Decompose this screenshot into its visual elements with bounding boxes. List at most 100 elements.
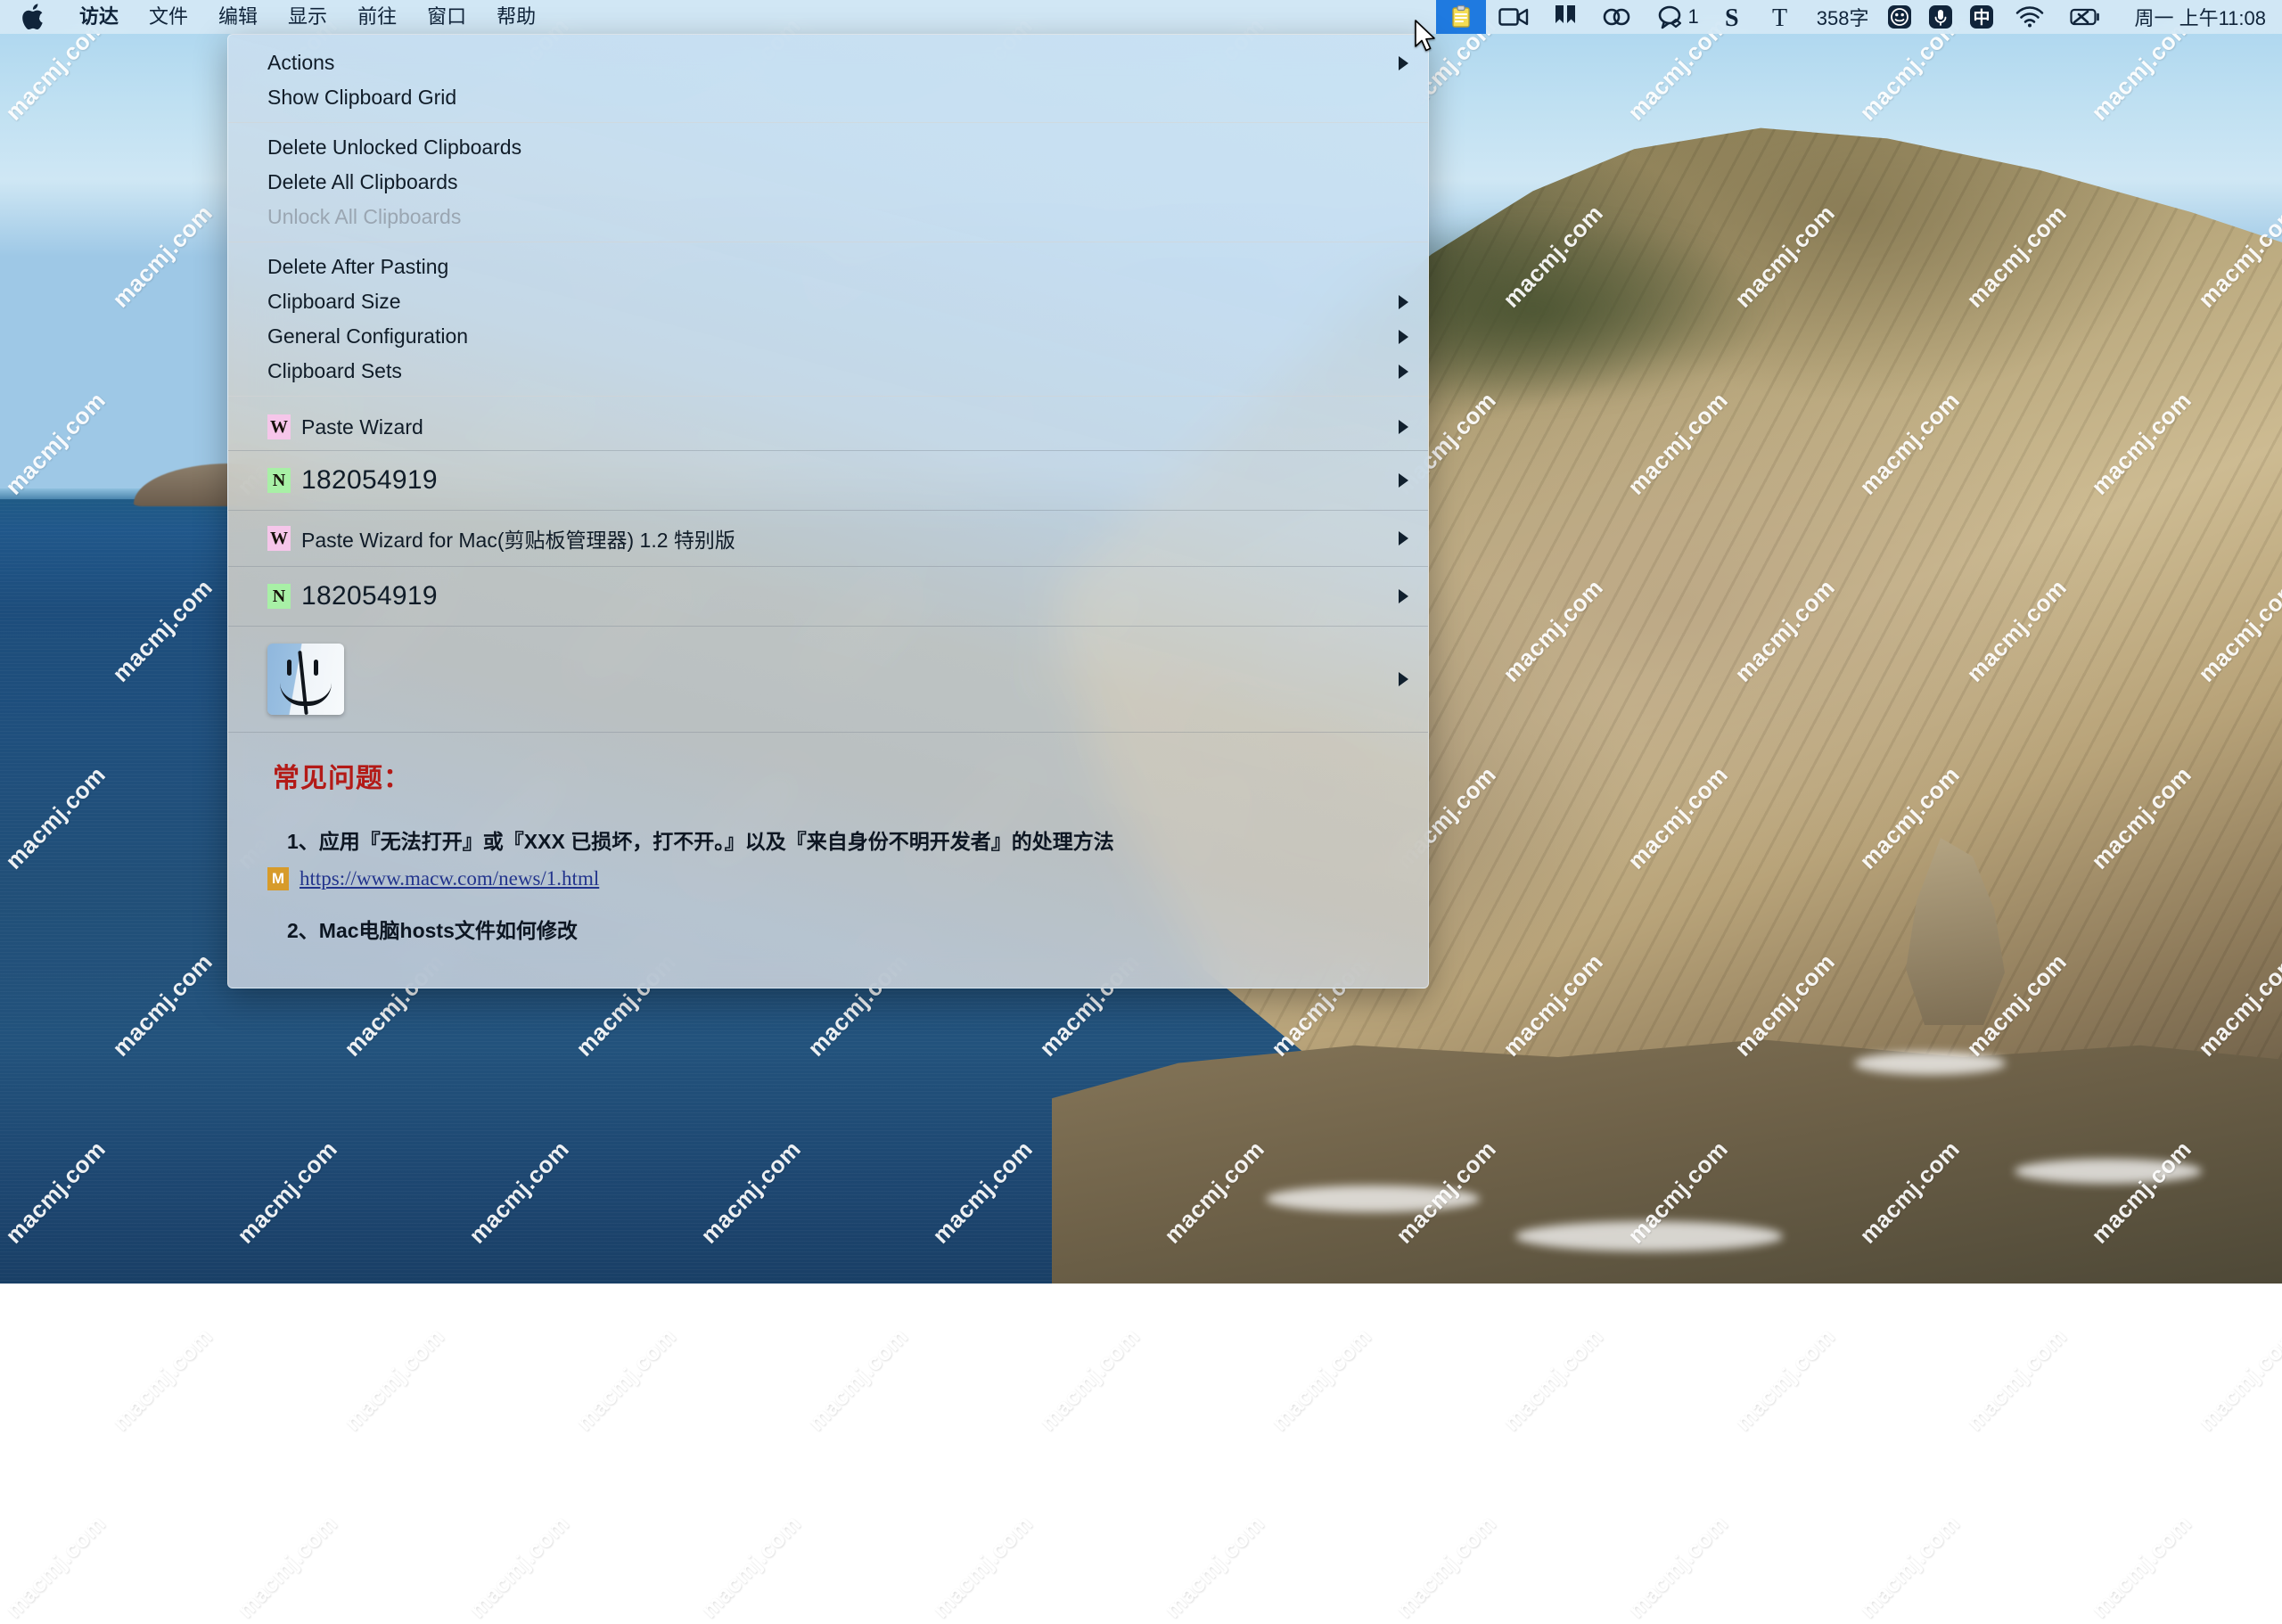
watermark-text: macmj.com — [2086, 1510, 2197, 1624]
menu-bottom-pad — [228, 945, 1428, 988]
menu-item-delete-all-clipboards[interactable]: Delete All Clipboards — [228, 165, 1428, 200]
wifi-icon[interactable] — [2002, 0, 2057, 34]
watermark-text: macmj.com — [1266, 1323, 1377, 1437]
control-center-icon[interactable] — [2057, 0, 2114, 34]
watermark-text: macmj.com — [2193, 1323, 2282, 1437]
menu-help[interactable]: 帮助 — [481, 0, 551, 34]
submenu-arrow-icon — [1399, 672, 1408, 686]
text-tool-icon[interactable]: T — [1758, 0, 1806, 34]
svg-text:S: S — [1725, 4, 1739, 30]
watermark-text: macmj.com — [1729, 1323, 1841, 1437]
emoji-icon[interactable] — [1879, 0, 1920, 34]
faq-link[interactable]: https://www.macw.com/news/1.html — [300, 867, 599, 890]
menu-item-clipboard-sets[interactable]: Clipboard Sets — [228, 354, 1428, 389]
input-method-icon[interactable]: 中 — [1961, 0, 2002, 34]
menu-edit[interactable]: 编辑 — [203, 0, 273, 34]
screen-recorder-icon[interactable] — [1486, 0, 1541, 34]
menu-item-delete-unlocked-clipboards[interactable]: Delete Unlocked Clipboards — [228, 130, 1428, 165]
clipboard-entry-label: Paste Wizard — [301, 415, 423, 439]
watermark-text: macmj.com — [464, 1510, 575, 1624]
clip-type-badge-w: W — [267, 414, 291, 439]
clipboard-entry-number-2[interactable]: N 182054919 — [228, 567, 1428, 626]
submenu-arrow-icon — [1399, 420, 1408, 434]
submenu-arrow-icon — [1399, 531, 1408, 545]
menu-top-pad — [228, 35, 1428, 45]
menu-item-label: Clipboard Sets — [267, 359, 402, 383]
submenu-arrow-icon — [1399, 330, 1408, 344]
menu-bar-status-area: 1 S T 358字 — [1436, 0, 2282, 34]
menu-separator — [228, 396, 1428, 397]
adobe-creative-cloud-icon[interactable] — [1589, 0, 1645, 34]
apple-logo-icon[interactable] — [20, 2, 50, 32]
clipboard-entry-paste-wizard-full[interactable]: W Paste Wizard for Mac(剪贴板管理器) 1.2 特别版 — [228, 511, 1428, 566]
watermark-text: macmj.com — [927, 1510, 1038, 1624]
watermark-text: macmj.com — [1622, 1510, 1734, 1624]
submenu-arrow-icon — [1399, 56, 1408, 70]
menu-item-label: Delete All Clipboards — [267, 170, 458, 194]
watermark-text: macmj.com — [695, 1510, 807, 1624]
faq-heading: 常见问题： — [228, 733, 1428, 804]
menu-item-general-configuration[interactable]: General Configuration — [228, 319, 1428, 354]
watermark-text: macmj.com — [232, 1510, 343, 1624]
menu-go[interactable]: 前往 — [342, 0, 412, 34]
menu-bar-clock[interactable]: 周一 上午11:08 — [2114, 3, 2266, 31]
clipboard-entry-label: Paste Wizard for Mac(剪贴板管理器) 1.2 特别版 — [301, 523, 735, 554]
arrow-cursor — [1414, 20, 1437, 53]
clip-type-badge-n: N — [267, 468, 291, 493]
watermark-text: macmj.com — [0, 1510, 111, 1624]
clipboard-manager-icon[interactable] — [1436, 0, 1486, 34]
watermark-text: macmj.com — [1159, 1510, 1270, 1624]
faq-link-row[interactable]: M https://www.macw.com/news/1.html — [228, 856, 1428, 893]
menu-view[interactable]: 显示 — [273, 0, 342, 34]
surf-foam — [1854, 1052, 2006, 1075]
watermark-text: macmj.com — [1854, 1510, 1966, 1624]
menu-item-delete-after-pasting[interactable]: Delete After Pasting — [228, 250, 1428, 284]
menu-item-label: Clipboard Size — [267, 290, 401, 314]
clipboard-entry-finder-image[interactable] — [228, 627, 1428, 732]
submenu-arrow-icon — [1399, 365, 1408, 379]
menu-file[interactable]: 文件 — [134, 0, 203, 34]
submenu-arrow-icon — [1399, 473, 1408, 488]
clipboard-entry-paste-wizard[interactable]: W Paste Wizard — [228, 404, 1428, 450]
faq-item-2: 2、Mac电脑hosts文件如何修改 — [228, 893, 1428, 945]
menu-bar-left: 访达 文件 编辑 显示 前往 窗口 帮助 — [0, 0, 551, 34]
submenu-arrow-icon — [1399, 295, 1408, 309]
bookmark-icon[interactable] — [1541, 0, 1589, 34]
watermark-text: macmj.com — [1961, 1323, 2073, 1437]
finder-face-icon — [267, 644, 344, 715]
clip-type-badge-w: W — [267, 526, 291, 551]
menu-finder[interactable]: 访达 — [64, 0, 134, 34]
menu-item-unlock-all-clipboards: Unlock All Clipboards — [228, 200, 1428, 234]
menu-item-label: Delete Unlocked Clipboards — [267, 135, 521, 160]
watermark-text: macmj.com — [339, 1323, 450, 1437]
watermark-text: macmj.com — [1034, 1323, 1145, 1437]
menu-window[interactable]: 窗口 — [412, 0, 481, 34]
chat-bubble-icon[interactable] — [1645, 0, 1687, 34]
menu-item-clipboard-size[interactable]: Clipboard Size — [228, 284, 1428, 319]
menu-separator — [228, 122, 1428, 123]
watermark-text: macmj.com — [570, 1323, 682, 1437]
surf-foam — [1266, 1185, 1480, 1212]
word-count-label[interactable]: 358字 — [1806, 3, 1880, 31]
svg-text:中: 中 — [1974, 7, 1991, 28]
clipboard-entry-number-1[interactable]: N 182054919 — [228, 451, 1428, 510]
menu-item-label: Actions — [267, 51, 334, 75]
surf-foam — [2015, 1159, 2202, 1184]
clipboard-entry-label: 182054919 — [301, 581, 438, 611]
menu-item-label: General Configuration — [267, 324, 468, 349]
menu-bar: 访达 文件 编辑 显示 前往 窗口 帮助 — [0, 0, 2282, 34]
clipboard-dropdown-menu: Actions Show Clipboard Grid Delete Unloc… — [227, 34, 1429, 988]
menu-item-show-clipboard-grid[interactable]: Show Clipboard Grid — [228, 80, 1428, 115]
menu-item-label: Unlock All Clipboards — [267, 205, 461, 229]
chat-badge-count: 1 — [1687, 5, 1709, 29]
clip-type-badge-n: N — [267, 584, 291, 609]
menu-item-label: Delete After Pasting — [267, 255, 448, 279]
faq-item-1: 1、应用『无法打开』或『XXX 已损坏，打不开。』以及『来自身份不明开发者』的处… — [228, 804, 1428, 856]
surf-foam — [1515, 1221, 1783, 1251]
watermark-text: macmj.com — [1498, 1323, 1609, 1437]
menu-item-actions[interactable]: Actions — [228, 45, 1428, 80]
menu-item-label: Show Clipboard Grid — [267, 86, 456, 110]
watermark-text: macmj.com — [107, 1323, 218, 1437]
sogou-input-icon[interactable]: S — [1710, 0, 1758, 34]
microphone-icon[interactable] — [1920, 0, 1961, 34]
